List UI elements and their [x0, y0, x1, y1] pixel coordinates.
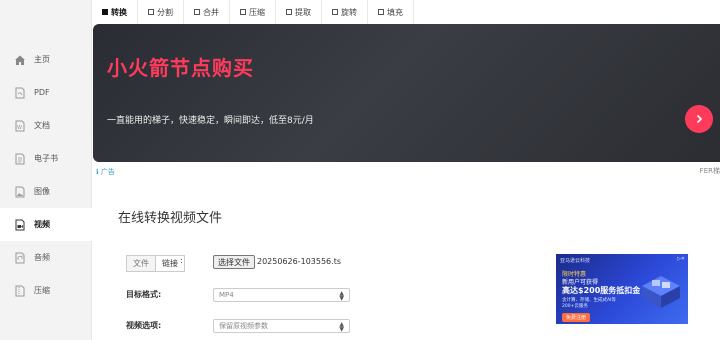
checkbox-icon — [332, 9, 338, 15]
colon: : — [180, 256, 183, 265]
checkbox-icon — [286, 9, 292, 15]
sidebar-item-home[interactable]: 主页 — [0, 43, 92, 76]
ad-banner[interactable]: 小火箭节点购买 一直能用的梯子，快速稳定，瞬间即达，低至8元/月 — [93, 24, 720, 162]
sidebar: 主页 PDF W 文档 电子书 图像 视频 音频 压缩 — [0, 0, 92, 340]
pdf-icon — [14, 87, 26, 99]
tab-merge[interactable]: 合并 — [184, 0, 230, 24]
source-tab-file[interactable]: 文件 — [126, 255, 156, 272]
banner-arrow-button[interactable] — [685, 105, 713, 133]
tab-extract[interactable]: 提取 — [276, 0, 322, 24]
sidebar-item-audio[interactable]: 音频 — [0, 241, 92, 274]
sidebar-item-image[interactable]: 图像 — [0, 175, 92, 208]
sidebar-item-label: 文档 — [34, 121, 50, 130]
info-icon: ℹ — [96, 168, 99, 176]
image-icon — [14, 186, 26, 198]
tab-label: 压缩 — [249, 7, 265, 17]
tab-label: 转换 — [111, 7, 127, 17]
tab-label: 合并 — [203, 7, 219, 17]
checkbox-icon — [378, 9, 384, 15]
tab-convert[interactable]: 转换 — [92, 0, 138, 24]
sidebar-item-video[interactable]: 视频 — [0, 208, 92, 241]
banner-subtitle: 一直能用的梯子，快速稳定，瞬间即达，低至8元/月 — [107, 116, 314, 126]
side-ad-image[interactable]: 亚马逊云科技 ▷✕ 限时特惠 新用户可获得 高达$200服务抵扣金 含计算、存储… — [556, 254, 688, 324]
tab-compress[interactable]: 压缩 — [230, 0, 276, 24]
tab-split[interactable]: 分割 — [138, 0, 184, 24]
archive-icon — [14, 285, 26, 297]
chevron-right-icon — [696, 114, 703, 124]
updown-icon: ▲ ▼ — [339, 321, 344, 333]
home-icon — [14, 54, 26, 66]
ebook-icon — [14, 153, 26, 165]
cloud-server-illustration — [642, 276, 680, 308]
ad-choices-icon: ▷✕ — [676, 256, 685, 262]
choose-file-button[interactable]: 选择文件 — [213, 255, 255, 269]
sidebar-item-pdf[interactable]: PDF — [0, 76, 92, 109]
page-title: 在线转换视频文件 — [118, 211, 223, 226]
select-value: MP4 — [219, 291, 234, 299]
tool-tabs: 转换 分割 合并 压缩 提取 旋转 填充 — [92, 0, 720, 24]
ad-label-text: 广告 — [100, 168, 115, 176]
tab-label: 旋转 — [341, 7, 357, 17]
updown-icon: ▲ ▼ — [339, 290, 344, 302]
sidebar-item-docs[interactable]: W 文档 — [0, 109, 92, 142]
side-ad-line: 含计算、存储、生成式AI等200+云服务 — [562, 298, 616, 309]
target-format-label: 目标格式: — [126, 290, 162, 299]
checkbox-icon — [194, 9, 200, 15]
audio-icon — [14, 252, 26, 264]
sidebar-item-label: 主页 — [34, 55, 50, 64]
tab-label: 填充 — [387, 7, 403, 17]
source-toggle: 文件 链接 — [126, 255, 185, 272]
video-options-label: 视频选项: — [126, 321, 162, 330]
tab-rotate[interactable]: 旋转 — [322, 0, 368, 24]
word-icon: W — [14, 120, 26, 132]
side-ad-cta[interactable]: 免费注册 — [562, 313, 591, 322]
sidebar-item-ebook[interactable]: 电子书 — [0, 142, 92, 175]
ad-label[interactable]: ℹ 广告 — [96, 167, 115, 177]
side-ad-brand: 亚马逊云科技 — [560, 258, 591, 264]
target-format-select[interactable]: MP4 ▲ ▼ — [213, 288, 350, 302]
checkbox-icon — [102, 9, 108, 15]
side-ad-line: 高达$200服务抵扣金 — [562, 286, 641, 295]
sidebar-item-label: PDF — [34, 88, 50, 97]
sidebar-item-label: 电子书 — [34, 154, 58, 163]
sidebar-item-label: 音频 — [34, 253, 50, 262]
checkbox-icon — [148, 9, 154, 15]
select-value: 保留原视频参数 — [219, 322, 268, 330]
sidebar-item-label: 视频 — [34, 220, 50, 229]
banner-title: 小火箭节点购买 — [107, 56, 254, 80]
sidebar-item-label: 图像 — [34, 187, 50, 196]
sidebar-item-label: 压缩 — [34, 286, 50, 295]
video-icon — [14, 219, 26, 231]
selected-file-name: 20250626-103556.ts — [257, 257, 341, 266]
tab-label: 提取 — [295, 7, 311, 17]
svg-text:W: W — [17, 125, 22, 131]
tab-label: 分割 — [157, 7, 173, 17]
ad-source: FER梯 — [699, 167, 720, 175]
sidebar-item-archive[interactable]: 压缩 — [0, 274, 92, 307]
video-options-select[interactable]: 保留原视频参数 ▲ ▼ — [213, 319, 350, 333]
checkbox-icon — [240, 9, 246, 15]
tab-fill[interactable]: 填充 — [368, 0, 414, 24]
